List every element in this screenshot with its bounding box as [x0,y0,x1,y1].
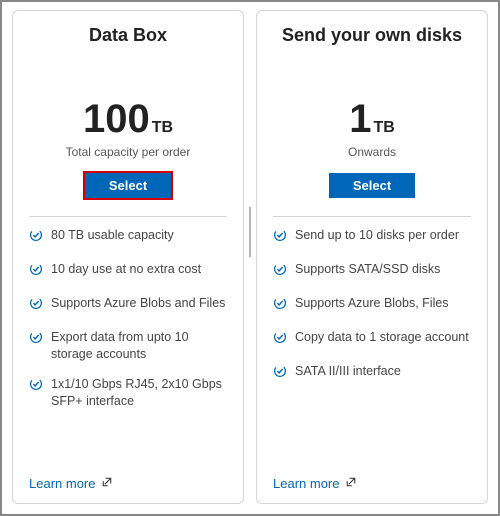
feature-item: 1x1/10 Gbps RJ45, 2x10 Gbps SFP+ interfa… [29,376,227,410]
select-button-wrap: Select [273,173,471,198]
card-send-your-own-disks: Send your own disks 1TB Onwards Select S… [256,10,488,504]
capacity-unit: TB [373,119,394,136]
feature-text: 80 TB usable capacity [51,227,227,244]
learn-more-label: Learn more [273,476,339,491]
divider [273,216,471,217]
learn-more-link[interactable]: Learn more [273,476,471,491]
feature-item: Supports Azure Blobs and Files [29,295,227,315]
select-button-wrap: Select [29,173,227,198]
learn-more-link[interactable]: Learn more [29,476,227,491]
check-icon [29,262,45,281]
check-icon [273,228,289,247]
card-title: Send your own disks [273,25,471,69]
card-data-box: Data Box 100TB Total capacity per order … [12,10,244,504]
capacity-subtitle: Onwards [273,145,471,159]
feature-text: Send up to 10 disks per order [295,227,471,244]
feature-item: Supports Azure Blobs, Files [273,295,471,315]
feature-item: Copy data to 1 storage account [273,329,471,349]
divider [29,216,227,217]
capacity-unit: TB [152,119,173,136]
feature-item: Export data from upto 10 storage account… [29,329,227,363]
feature-item: SATA II/III interface [273,363,471,383]
external-link-icon [345,476,357,491]
feature-item: 10 day use at no extra cost [29,261,227,281]
card-title: Data Box [29,25,227,69]
capacity-value: 1 [349,99,371,139]
feature-text: 10 day use at no extra cost [51,261,227,278]
check-icon [29,296,45,315]
pricing-cards-container: Data Box 100TB Total capacity per order … [2,2,498,514]
feature-text: Supports Azure Blobs and Files [51,295,227,312]
check-icon [273,364,289,383]
feature-text: Supports SATA/SSD disks [295,261,471,278]
learn-more-label: Learn more [29,476,95,491]
check-icon [29,377,45,396]
capacity-block: 100TB Total capacity per order [29,99,227,159]
check-icon [273,262,289,281]
external-link-icon [101,476,113,491]
vertical-separator [250,207,251,257]
feature-text: SATA II/III interface [295,363,471,380]
capacity-subtitle: Total capacity per order [29,145,227,159]
feature-item: Supports SATA/SSD disks [273,261,471,281]
check-icon [29,228,45,247]
check-icon [29,330,45,349]
feature-item: 80 TB usable capacity [29,227,227,247]
feature-text: Supports Azure Blobs, Files [295,295,471,312]
capacity-value: 100 [83,99,150,139]
feature-text: Copy data to 1 storage account [295,329,471,346]
check-icon [273,296,289,315]
select-button[interactable]: Select [329,173,415,198]
select-button[interactable]: Select [85,173,171,198]
feature-list: Send up to 10 disks per order Supports S… [273,227,471,476]
feature-list: 80 TB usable capacity 10 day use at no e… [29,227,227,476]
feature-text: Export data from upto 10 storage account… [51,329,227,363]
feature-item: Send up to 10 disks per order [273,227,471,247]
capacity-block: 1TB Onwards [273,99,471,159]
feature-text: 1x1/10 Gbps RJ45, 2x10 Gbps SFP+ interfa… [51,376,227,410]
check-icon [273,330,289,349]
